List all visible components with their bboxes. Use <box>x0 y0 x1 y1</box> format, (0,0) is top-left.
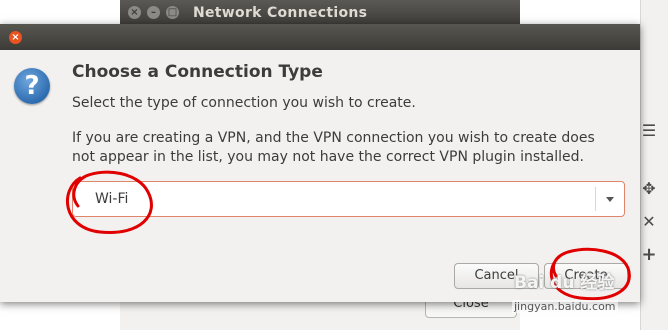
move-icon[interactable]: ✥ <box>641 179 657 198</box>
network-connections-title: Network Connections <box>193 5 368 21</box>
window-minimize-icon[interactable]: – <box>147 6 160 19</box>
connection-type-dropdown[interactable]: Wi-Fi <box>72 181 625 217</box>
close-icon[interactable]: × <box>9 31 22 44</box>
side-toolbar <box>640 0 668 330</box>
list-icon[interactable]: ☰ <box>641 121 657 140</box>
vpn-note: If you are creating a VPN, and the VPN c… <box>72 130 595 165</box>
dropdown-separator <box>595 187 596 211</box>
window-maximize-icon[interactable]: □ <box>166 6 179 19</box>
dropdown-arrow-icon[interactable] <box>606 197 614 202</box>
dialog-description: Select the type of connection you wish t… <box>72 95 416 111</box>
add-icon[interactable]: + <box>641 244 657 265</box>
connection-type-value: Wi-Fi <box>95 191 129 207</box>
watermark-logo: Bai du 经验 <box>514 273 615 293</box>
window-close-icon[interactable]: × <box>128 6 141 19</box>
dialog-titlebar <box>0 24 640 50</box>
question-icon: ? <box>14 68 50 104</box>
remove-icon[interactable]: ✕ <box>641 212 657 231</box>
dialog-heading: Choose a Connection Type <box>72 62 323 82</box>
watermark-url: jingyan.baidu.com <box>512 300 618 313</box>
choose-connection-type-dialog: × ? Choose a Connection Type Select the … <box>0 24 640 302</box>
